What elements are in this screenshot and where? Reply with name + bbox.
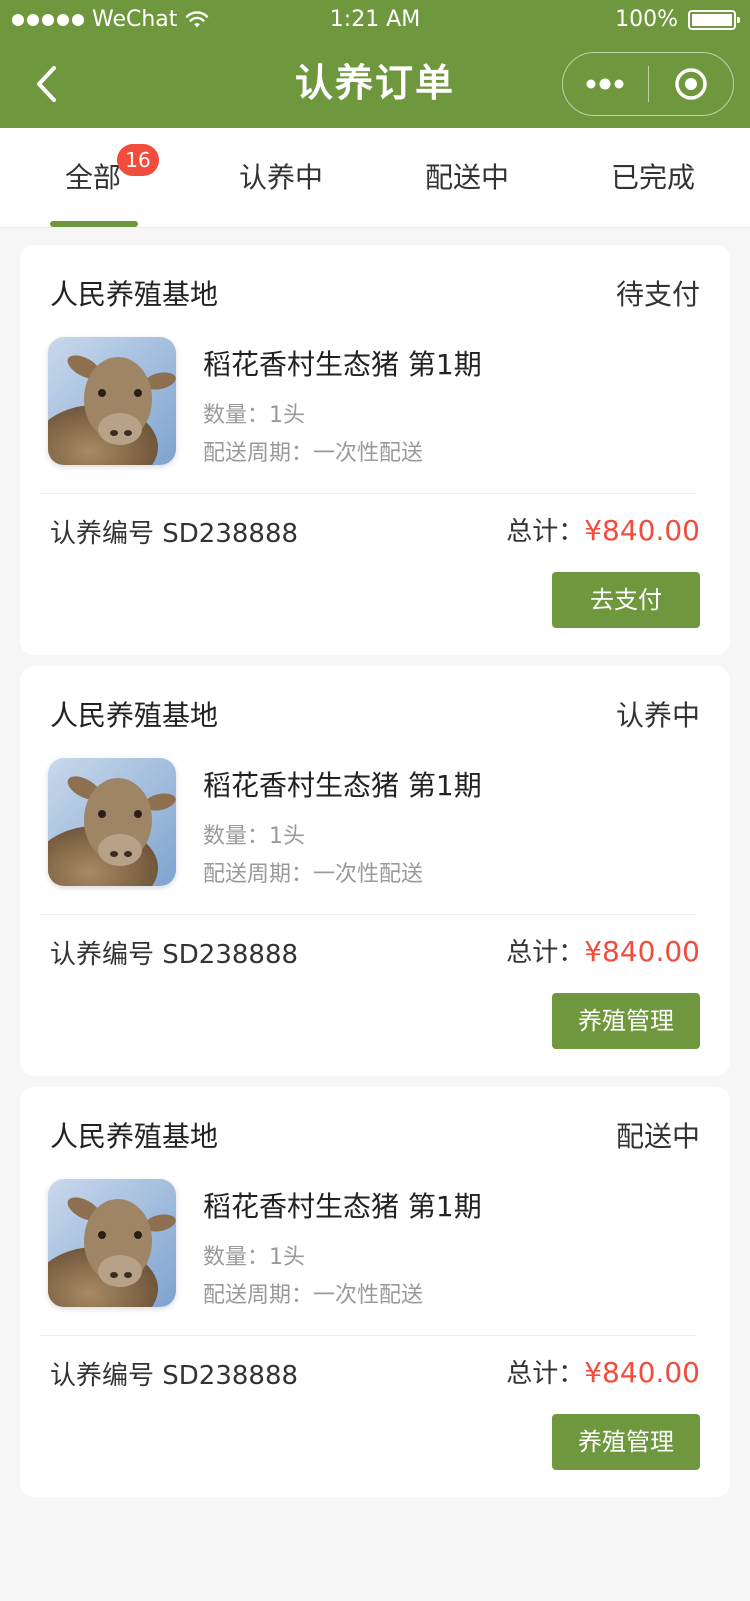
total-label: 总计： (506, 517, 585, 547)
tab-delivering[interactable]: 配送中 (392, 128, 542, 228)
product-thumbnail[interactable] (48, 758, 176, 886)
close-mini-program-button[interactable] (649, 52, 734, 116)
tab-adopting[interactable]: 认养中 (206, 128, 356, 228)
status-bar: WeChat 1:21 AM 100% (0, 0, 750, 40)
mini-program-capsule (562, 52, 734, 116)
farming-management-button[interactable]: 养殖管理 (552, 1414, 700, 1470)
order-number: 认养编号 SD238888 (50, 1361, 299, 1391)
product-thumbnail[interactable] (48, 1179, 176, 1307)
product-quantity: 数量：1头 (203, 1245, 305, 1270)
order-number: 认养编号 SD238888 (50, 940, 299, 970)
status-right: 100% (615, 0, 740, 40)
tab-label: 配送中 (424, 161, 509, 194)
order-total: 总计：¥840.00 (506, 932, 700, 969)
total-price: ¥840.00 (584, 1356, 700, 1389)
total-label: 总计： (506, 1359, 585, 1389)
order-status: 待支付 (615, 278, 700, 311)
farm-name: 人民养殖基地 (50, 699, 219, 732)
app-header: WeChat 1:21 AM 100% 认养订单 (0, 0, 750, 128)
tab-label: 全部 (64, 161, 121, 194)
sheep-photo (48, 758, 176, 886)
sheep-photo (48, 337, 176, 465)
product-name: 稻花香村生态猪 第1期 (203, 348, 482, 381)
product-thumbnail[interactable] (48, 337, 176, 465)
battery-percent: 100% (615, 7, 678, 32)
more-dots-icon (586, 78, 624, 90)
order-tabs: 全部 16 认养中 配送中 已完成 (0, 128, 750, 228)
product-name: 稻花香村生态猪 第1期 (203, 769, 482, 802)
pay-button[interactable]: 去支付 (552, 572, 700, 628)
order-card: 人民养殖基地 认养中 稻花香村生态猪 第1期 数量：1头 配送周期：一次性配送 … (20, 666, 730, 1076)
sheep-photo (48, 1179, 176, 1307)
target-circle-icon (675, 68, 707, 100)
tab-active-indicator (50, 221, 138, 227)
product-name: 稻花香村生态猪 第1期 (203, 1190, 482, 1223)
farm-name: 人民养殖基地 (50, 278, 219, 311)
farm-name: 人民养殖基地 (50, 1120, 219, 1153)
total-price: ¥840.00 (584, 514, 700, 547)
order-card: 人民养殖基地 待支付 稻花香村生态猪 第1期 数量：1头 配送周期：一次性配送 … (20, 245, 730, 655)
delivery-cycle: 配送周期：一次性配送 (203, 862, 424, 887)
product-quantity: 数量：1头 (203, 403, 305, 428)
order-number: 认养编号 SD238888 (50, 519, 299, 549)
battery-icon (688, 10, 740, 30)
delivery-cycle: 配送周期：一次性配送 (203, 441, 424, 466)
order-total: 总计：¥840.00 (506, 1353, 700, 1390)
product-quantity: 数量：1头 (203, 824, 305, 849)
total-price: ¥840.00 (584, 935, 700, 968)
total-label: 总计： (506, 938, 585, 968)
nav-bar: 认养订单 (0, 40, 750, 128)
tab-label: 已完成 (610, 161, 695, 194)
order-status: 配送中 (615, 1120, 700, 1153)
tab-completed[interactable]: 已完成 (578, 128, 728, 228)
more-button[interactable] (563, 52, 648, 116)
order-card: 人民养殖基地 配送中 稻花香村生态猪 第1期 数量：1头 配送周期：一次性配送 … (20, 1087, 730, 1497)
delivery-cycle: 配送周期：一次性配送 (203, 1283, 424, 1308)
card-divider (40, 493, 696, 494)
tab-all-badge: 16 (117, 144, 159, 176)
farming-management-button[interactable]: 养殖管理 (552, 993, 700, 1049)
order-status: 认养中 (615, 699, 700, 732)
order-total: 总计：¥840.00 (506, 511, 700, 548)
card-divider (40, 1335, 696, 1336)
tab-label: 认养中 (238, 161, 323, 194)
tab-all[interactable]: 全部 (18, 128, 168, 228)
card-divider (40, 914, 696, 915)
